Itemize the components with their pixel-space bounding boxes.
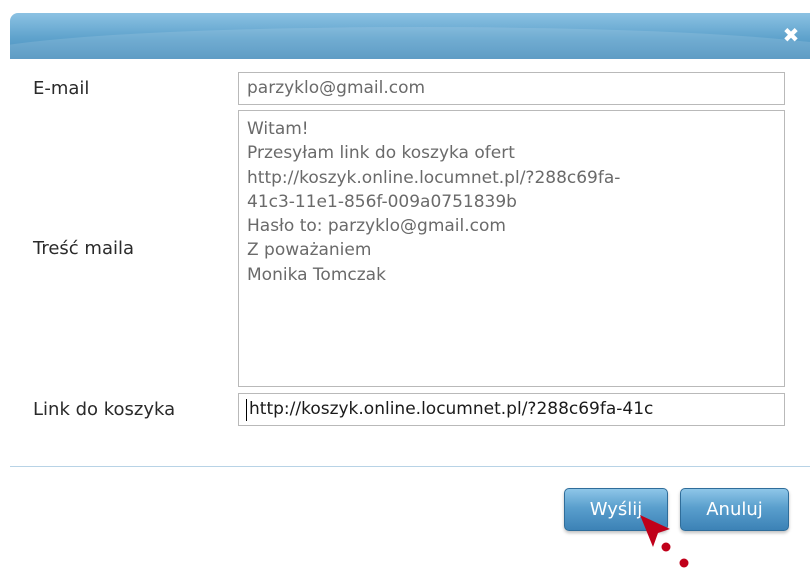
link-field[interactable]: http://koszyk.online.locumnet.pl/?288c69…: [238, 393, 785, 426]
close-icon[interactable]: ✖: [780, 24, 802, 46]
message-line: http://koszyk.online.locumnet.pl/?288c69…: [247, 167, 621, 188]
message-line: Hasło to: parzyklo@gmail.com: [247, 216, 506, 237]
cancel-button[interactable]: Anuluj: [680, 488, 789, 531]
message-label: Treść maila: [33, 238, 135, 259]
email-field[interactable]: parzyklo@gmail.com: [238, 72, 785, 105]
dialog-titlebar: ✖: [10, 13, 810, 59]
mouse-pointer-icon: [640, 515, 689, 568]
footer-divider: [10, 466, 810, 467]
message-line: Witam!: [247, 119, 309, 139]
link-label: Link do koszyka: [33, 399, 176, 420]
text-caret: [246, 399, 247, 421]
message-textarea[interactable]: Witam! Przesyłam link do koszyka ofert h…: [238, 110, 785, 387]
message-line: Z poważaniem: [247, 240, 372, 261]
message-line: 41c3-11e1-856f-009a0751839b: [247, 191, 517, 212]
titlebar-shine: [10, 27, 810, 59]
message-line: Monika Tomczak: [247, 264, 386, 285]
email-label: E-mail: [33, 78, 90, 99]
message-line: Przesyłam link do koszyka ofert: [247, 143, 515, 164]
